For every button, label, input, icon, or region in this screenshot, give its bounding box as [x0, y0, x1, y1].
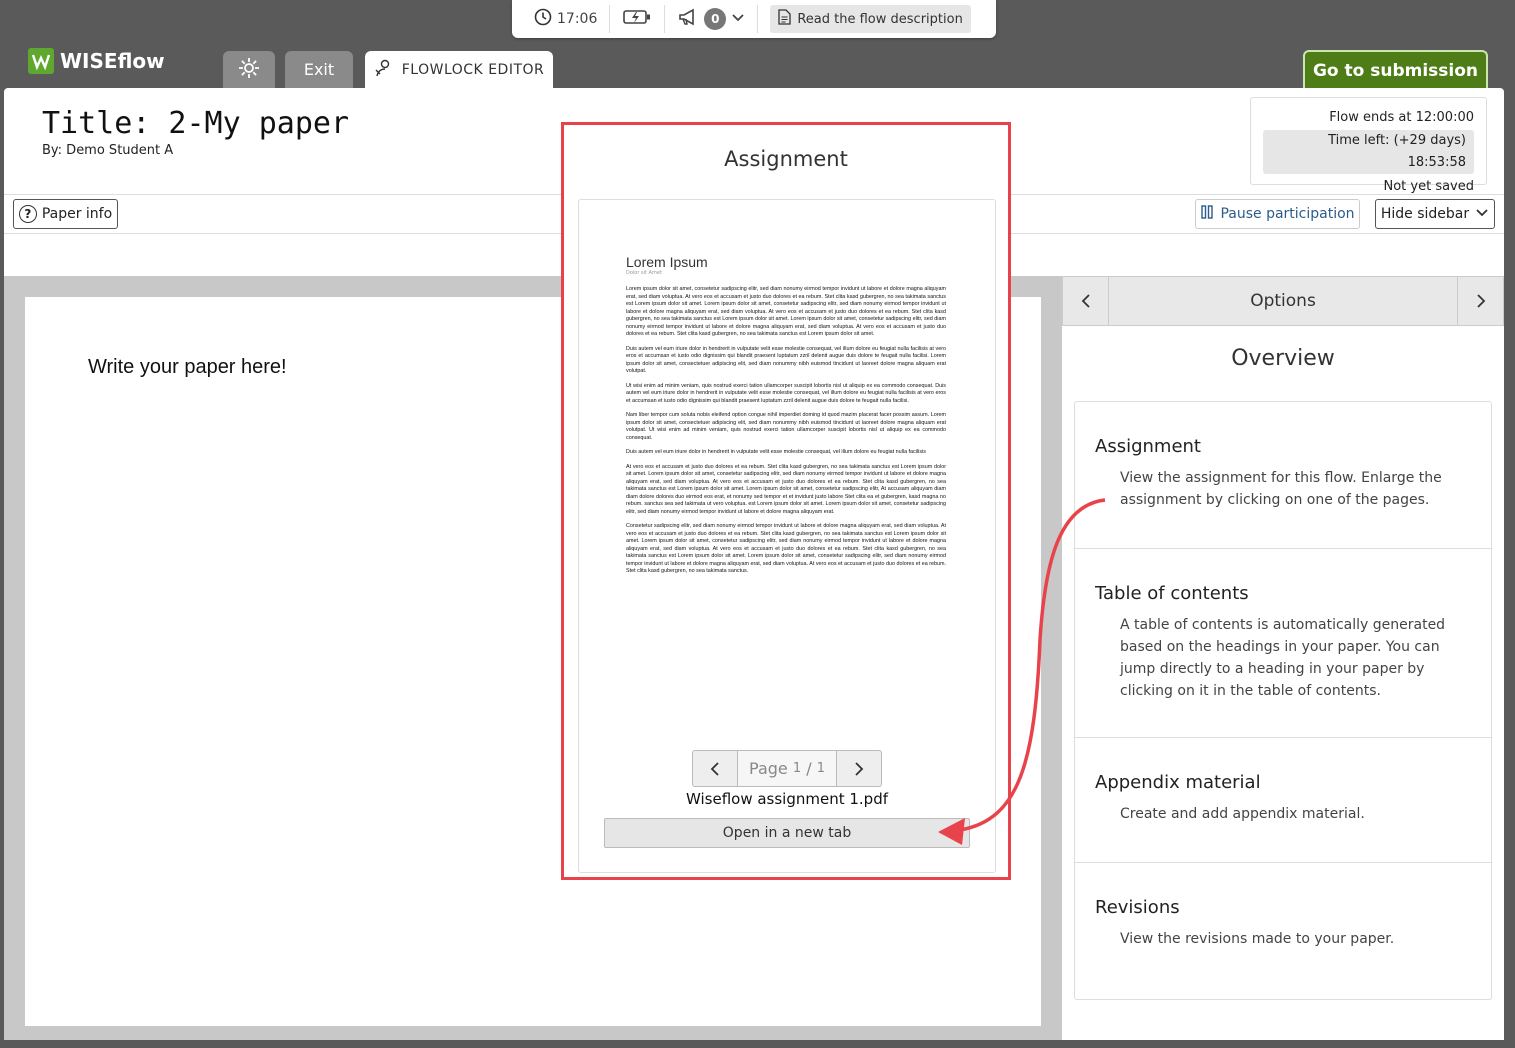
overview-item-desc: A table of contents is automatically gen… — [1120, 617, 1446, 699]
pdf-paragraph: Duis autem vel eum iriure dolor in hendr… — [626, 449, 926, 455]
pause-icon — [1200, 205, 1214, 223]
overview-item-revisions[interactable]: Revisions View the revisions made to you… — [1075, 863, 1491, 970]
pdf-paragraph: At vero eos et accusam et justo duo dolo… — [626, 463, 946, 515]
chevron-down-icon — [1475, 206, 1489, 222]
flow-status-box: Flow ends at 12:00:00 Time left: (+29 da… — [1250, 97, 1487, 194]
document-icon — [778, 9, 792, 29]
clock-time: 17:06 — [557, 11, 598, 27]
paper-author: By: Demo Student A — [42, 143, 174, 158]
flow-ends: Flow ends at 12:00:00 — [1329, 110, 1474, 125]
time-left-days: (+29 days) — [1393, 133, 1466, 148]
overview-item-assignment[interactable]: Assignment View the assignment for this … — [1075, 402, 1491, 549]
chevron-right-icon — [1476, 294, 1485, 308]
page-total: 1 — [816, 761, 825, 776]
hide-sidebar-button[interactable]: Hide sidebar — [1375, 199, 1495, 229]
editor-person-icon — [374, 58, 394, 82]
puzzle-gear-icon — [237, 56, 261, 84]
brand-name: WISEflow — [60, 49, 165, 73]
chevron-down-icon — [731, 11, 745, 27]
overview-item-table-of-contents[interactable]: Table of contents A table of contents is… — [1075, 549, 1491, 738]
paper-title: Title: 2-My paper — [42, 106, 350, 141]
overview-item-title: Revisions — [1095, 897, 1180, 918]
assignment-panel: Assignment Lorem Ipsum Dolor sit Amet Lo… — [561, 122, 1011, 880]
plugins-tab[interactable] — [223, 51, 275, 88]
read-flow-description-label: Read the flow description — [797, 11, 963, 27]
overview-item-title: Appendix material — [1095, 772, 1261, 793]
overview-item-desc: View the revisions made to your paper. — [1120, 931, 1395, 947]
pdf-heading: Lorem Ipsum — [626, 254, 708, 270]
page-current: 1 — [792, 761, 802, 776]
paper-info-label: Paper info — [41, 206, 113, 222]
battery-widget — [610, 5, 666, 33]
pdf-subheading: Dolor sit Amet — [626, 270, 662, 276]
exit-tab[interactable]: Exit — [285, 51, 353, 88]
page-navigator: Page 1 / 1 — [692, 750, 882, 787]
notifications-button[interactable]: 0 — [665, 5, 759, 33]
pdf-paragraph: Ut wisi enim ad minim veniam, quis nostr… — [626, 382, 946, 404]
battery-charging-icon — [622, 8, 652, 30]
overview-item-title: Assignment — [1095, 436, 1201, 457]
overview-list: Assignment View the assignment for this … — [1074, 401, 1492, 1000]
chevron-right-icon — [855, 761, 864, 776]
pdf-paragraph: Duis autem vel eum iriure dolor in hendr… — [626, 345, 946, 375]
notification-count-badge: 0 — [704, 8, 727, 30]
options-next-button[interactable] — [1457, 277, 1503, 325]
go-to-submission-button[interactable]: Go to submission — [1303, 50, 1488, 90]
sidebar: Options Overview Assignment View the ass… — [1062, 276, 1504, 1040]
flowlock-editor-tab[interactable]: FLOWLOCK EDITOR — [365, 51, 553, 88]
options-prev-button[interactable] — [1063, 277, 1109, 325]
pause-participation-label: Pause participation — [1220, 206, 1355, 222]
clock-icon — [534, 8, 552, 30]
page-indicator: Page 1 / 1 — [738, 751, 836, 786]
overview-title: Overview — [1231, 346, 1335, 371]
pause-participation-button[interactable]: Pause participation — [1195, 199, 1360, 229]
pdf-paragraph: Lorem ipsum dolor sit amet, consetetur s… — [626, 286, 946, 337]
assignment-card: Lorem Ipsum Dolor sit Amet Lorem ipsum d… — [578, 199, 996, 873]
overview-item-title: Table of contents — [1095, 583, 1249, 604]
assignment-title: Assignment — [724, 147, 848, 171]
hide-sidebar-label: Hide sidebar — [1380, 206, 1470, 222]
question-icon: ? — [18, 205, 37, 223]
flow-description-widget: Read the flow description — [758, 5, 982, 33]
flowlock-editor-label: FLOWLOCK EDITOR — [401, 61, 545, 78]
clock-widget: 17:06 — [522, 5, 611, 33]
time-left-label: Time left: — [1328, 133, 1390, 148]
overview-item-desc: View the assignment for this flow. Enlar… — [1120, 470, 1442, 508]
time-left-badge: Time left: (+29 days) 18:53:58 — [1263, 130, 1474, 174]
next-page-button[interactable] — [836, 751, 881, 786]
read-flow-description-button[interactable]: Read the flow description — [770, 5, 971, 33]
paper-info-button[interactable]: ? Paper info — [13, 199, 118, 229]
chevron-left-icon — [710, 761, 719, 776]
options-title: Options — [1250, 291, 1316, 311]
options-bar: Options — [1062, 276, 1504, 326]
editor-placeholder-text[interactable]: Write your paper here! — [88, 356, 287, 379]
save-status: Not yet saved — [1383, 179, 1474, 194]
prev-page-button[interactable] — [693, 751, 738, 786]
status-bar: 17:06 0 Read the flow description — [512, 0, 996, 38]
wiseflow-logo: WISEflow — [28, 48, 165, 74]
time-left-clock: 18:53:58 — [1407, 155, 1466, 170]
pdf-paragraph: Consetetur sadipscing elitr, sed diam no… — [626, 523, 946, 574]
overview-item-desc: Create and add appendix material. — [1120, 806, 1365, 822]
assignment-filename: Wiseflow assignment 1.pdf — [685, 790, 889, 808]
wiseflow-logo-icon — [28, 48, 54, 74]
pdf-paragraph: Nam liber tempor cum soluta nobis eleife… — [626, 412, 946, 441]
assignment-pdf-page[interactable]: Lorem Ipsum Dolor sit Amet Lorem ipsum d… — [626, 254, 946, 724]
open-in-new-tab-button[interactable]: Open in a new tab — [604, 818, 970, 848]
overview-item-appendix-material[interactable]: Appendix material Create and add appendi… — [1075, 738, 1491, 863]
page-label: Page — [749, 759, 788, 778]
megaphone-icon — [677, 8, 699, 30]
chevron-left-icon — [1081, 294, 1090, 308]
